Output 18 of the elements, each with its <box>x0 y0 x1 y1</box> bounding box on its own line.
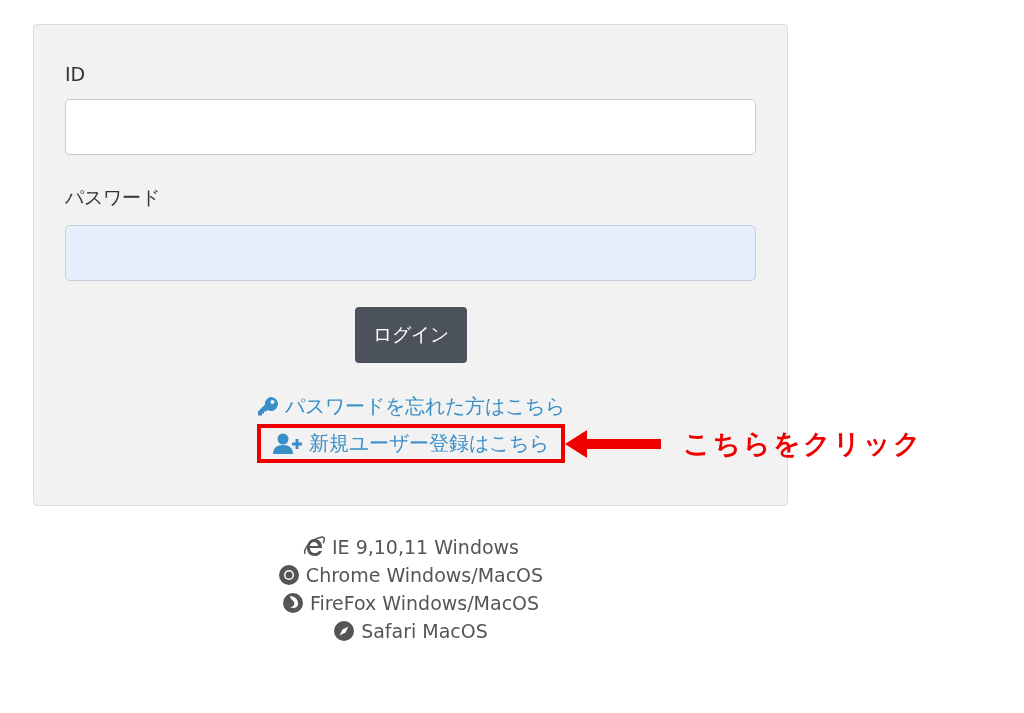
firefox-logo-icon <box>281 592 304 614</box>
key-icon <box>256 395 279 418</box>
field-label: ID <box>65 63 87 85</box>
add-user-icon <box>272 432 303 455</box>
link[interactable]: パスワードを忘れた方はこちら <box>256 393 565 420</box>
link[interactable]: 新規ユーザー登録はこちら <box>272 430 549 457</box>
input-field[interactable] <box>65 225 756 281</box>
browser-support-text: Safari MacOS <box>361 620 488 642</box>
login-button[interactable]: ログイン <box>354 307 467 363</box>
browser-support-text: IE 9,10,11 Windows <box>332 536 519 558</box>
input-field[interactable] <box>65 99 756 155</box>
ie-logo-icon <box>302 536 326 558</box>
compass-icon <box>333 620 356 642</box>
field-label: パスワード <box>65 185 161 210</box>
callout-text: こちらをクリック <box>682 426 923 461</box>
browser-support-text: Chrome Windows/MacOS <box>305 564 544 586</box>
chrome-logo-icon <box>277 564 300 586</box>
browser-support-text: FireFox Windows/MacOS <box>309 592 540 614</box>
